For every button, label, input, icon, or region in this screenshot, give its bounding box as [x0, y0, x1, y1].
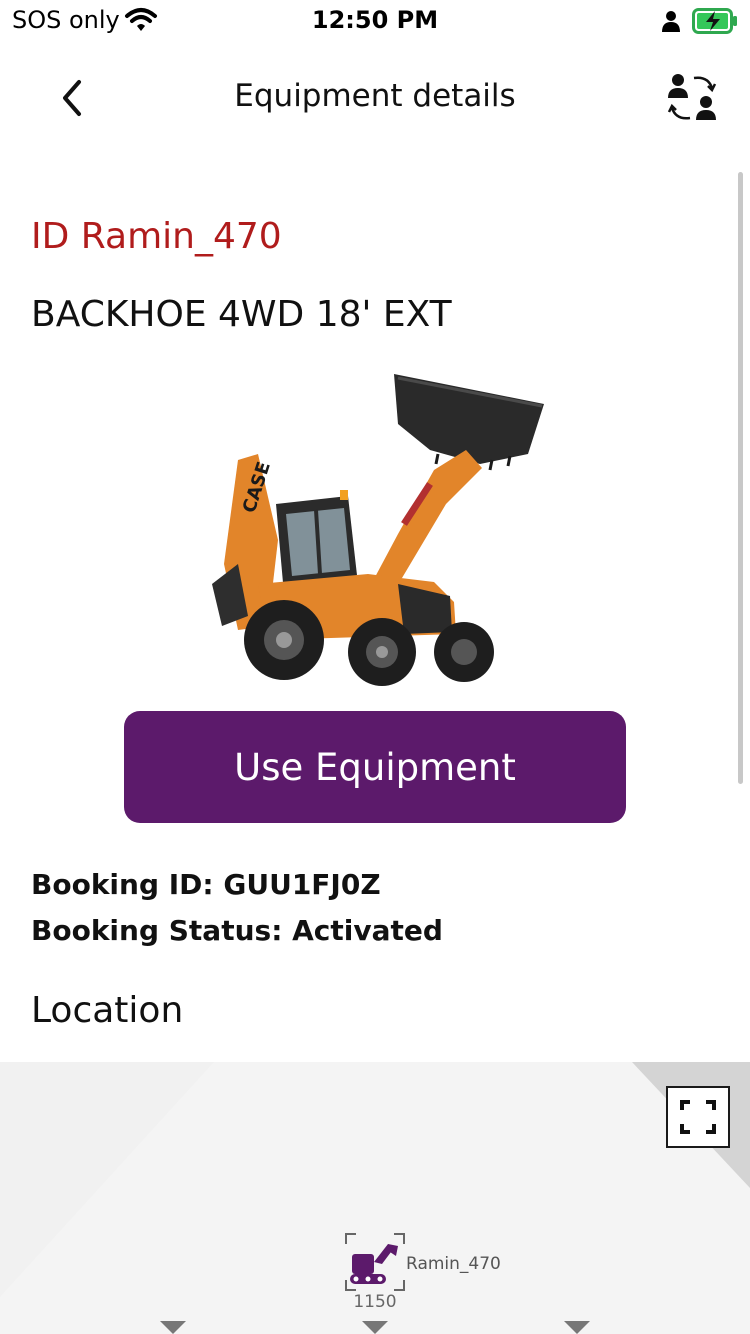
use-equipment-button[interactable]: Use Equipment — [124, 711, 626, 823]
marker-label: Ramin_470 — [406, 1254, 501, 1274]
equipment-id: ID Ramin_470 — [31, 216, 282, 257]
caret-down-icon — [160, 1321, 186, 1334]
equipment-name: BACKHOE 4WD 18' EXT — [31, 294, 452, 335]
location-heading: Location — [31, 990, 184, 1031]
backhoe-loader-image: CASE — [212, 374, 544, 686]
caret-down-icon — [564, 1321, 590, 1334]
marker-sub-label: 1150 — [353, 1292, 397, 1312]
person-status-icon — [662, 11, 680, 32]
page-title: Equipment details — [234, 78, 516, 114]
fullscreen-icon — [680, 1100, 716, 1134]
status-bar: SOS only 12:50 PM — [0, 0, 750, 44]
caret-down-icon — [362, 1321, 388, 1334]
equipment-marker-icon[interactable] — [344, 1232, 406, 1292]
navigation-bar: Equipment details — [0, 52, 750, 144]
clock-time: 12:50 PM — [311, 6, 439, 34]
booking-status: Booking Status: Activated — [31, 914, 443, 947]
battery-charging-icon — [692, 8, 737, 34]
scroll-indicator[interactable] — [738, 172, 743, 784]
switch-user-icon[interactable] — [662, 68, 724, 130]
fullscreen-button[interactable] — [666, 1086, 730, 1148]
booking-id: Booking ID: GUU1FJ0Z — [31, 868, 381, 901]
